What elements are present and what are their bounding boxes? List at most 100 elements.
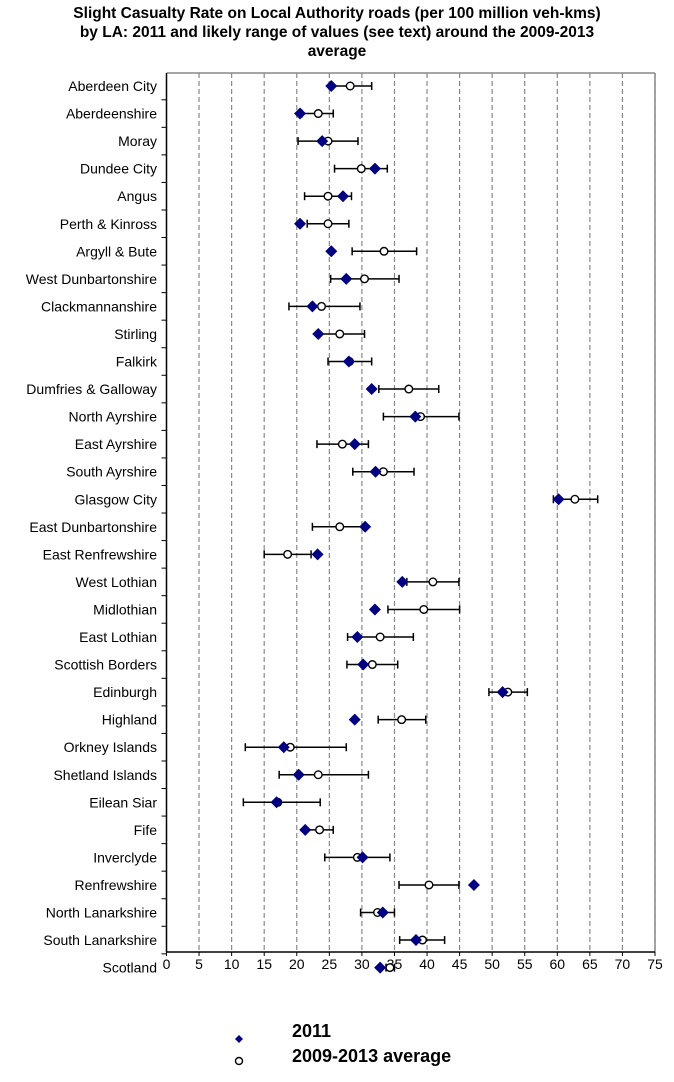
data-row (346, 658, 399, 671)
data-row (303, 190, 353, 203)
average-point (428, 577, 438, 587)
category-label: South Lanarkshire (43, 932, 157, 948)
average-point (360, 274, 370, 284)
category-label: Argyll & Bute (76, 243, 157, 259)
data-row (488, 686, 529, 699)
data-row (297, 135, 359, 148)
value-2011-point (311, 548, 324, 561)
value-2011-point (368, 162, 381, 175)
category-label: East Lothian (79, 629, 157, 645)
value-2011-point (348, 713, 361, 726)
legend-marker-average (234, 1056, 244, 1066)
average-point (385, 963, 395, 973)
category-label: East Ayrshire (75, 436, 157, 452)
value-2011-point (396, 575, 409, 588)
data-row (294, 217, 350, 230)
data-row (312, 327, 366, 340)
legend-marker-2011 (235, 1035, 243, 1043)
x-tick-label: 10 (224, 956, 240, 972)
category-label: Glasgow City (75, 491, 157, 507)
average-point (315, 825, 325, 835)
category-label: Renfrewshire (75, 877, 158, 893)
average-point (379, 246, 389, 256)
category-label: Angus (117, 188, 157, 204)
data-row (324, 851, 391, 864)
average-point (317, 301, 327, 311)
data-row (368, 603, 461, 616)
x-tick-label: 40 (419, 956, 435, 972)
value-2011-point (357, 658, 370, 671)
x-tick-label: 55 (517, 956, 533, 972)
x-tick-label: 15 (256, 956, 272, 972)
average-point (335, 522, 345, 532)
category-label: Edinburgh (93, 684, 157, 700)
data-row (348, 713, 427, 726)
legend-label-2011: 2011 (292, 1021, 331, 1041)
data-row (346, 631, 415, 643)
value-2011-point (365, 383, 378, 396)
x-tick-label: 20 (289, 956, 305, 972)
category-label: Clackmannanshire (41, 298, 157, 314)
value-2011-point (292, 768, 305, 781)
category-label: Highland (102, 712, 157, 728)
x-tick-label: 70 (615, 956, 631, 972)
value-2011-point (325, 80, 338, 92)
average-point (345, 81, 355, 91)
category-label: West Lothian (76, 574, 157, 590)
category-label: Eilean Siar (89, 794, 157, 810)
data-row (244, 741, 348, 754)
average-point (313, 770, 323, 780)
value-2011-point (359, 520, 372, 533)
data-row (299, 823, 334, 836)
value-2011-point (348, 438, 361, 451)
x-tick-label: 75 (647, 956, 663, 972)
category-label: Shetland Islands (53, 767, 157, 783)
category-label: Dumfries & Galloway (26, 381, 157, 397)
data-row (552, 493, 599, 506)
data-row (278, 768, 370, 781)
dot-plot-chart: 0 5 10 15 20 25 30 35 40 45 50 55 60 65 70 75 Aberdeen … (26, 72, 663, 1066)
x-tick-label: 5 (195, 956, 203, 972)
category-label: Aberdeenshire (66, 106, 157, 122)
data-marks (242, 80, 599, 974)
x-tick-label: 50 (484, 956, 500, 972)
category-label: North Lanarkshire (46, 905, 157, 921)
average-point (375, 632, 385, 642)
average-point (356, 164, 366, 174)
x-tick-label: 0 (163, 956, 171, 972)
category-label: Stirling (114, 326, 157, 342)
average-point (337, 439, 347, 449)
legend-label-average: 2009-2013 average (292, 1046, 451, 1066)
data-row (325, 80, 373, 92)
value-2011-point (374, 961, 387, 974)
value-2011-point (369, 465, 382, 478)
category-label: South Ayrshire (66, 464, 157, 480)
x-tick-label: 25 (322, 956, 338, 972)
data-row (359, 906, 396, 919)
legend: 2011 2009-2013 average (234, 1021, 451, 1066)
category-label: West Dunbartonshire (26, 271, 157, 287)
axes (165, 72, 656, 953)
data-row (288, 300, 361, 313)
x-tick-label: 45 (452, 956, 468, 972)
value-2011-point (270, 796, 283, 809)
average-point (323, 219, 333, 229)
category-label: Perth & Kinross (60, 216, 157, 232)
x-tick-label: 65 (582, 956, 598, 972)
average-point (283, 549, 293, 559)
value-2011-point (306, 300, 319, 313)
value-2011-point (337, 190, 350, 203)
category-label: Scottish Borders (54, 657, 157, 673)
value-2011-point (299, 823, 312, 836)
average-point (397, 715, 407, 725)
value-2011-point (294, 217, 307, 230)
average-point (335, 329, 345, 339)
data-row (316, 438, 370, 451)
category-label: Inverclyde (93, 849, 157, 865)
average-point (404, 384, 414, 394)
average-point (419, 604, 429, 614)
data-row (398, 878, 480, 891)
average-point (313, 109, 323, 119)
value-2011-point (409, 934, 422, 947)
average-point (424, 880, 434, 890)
